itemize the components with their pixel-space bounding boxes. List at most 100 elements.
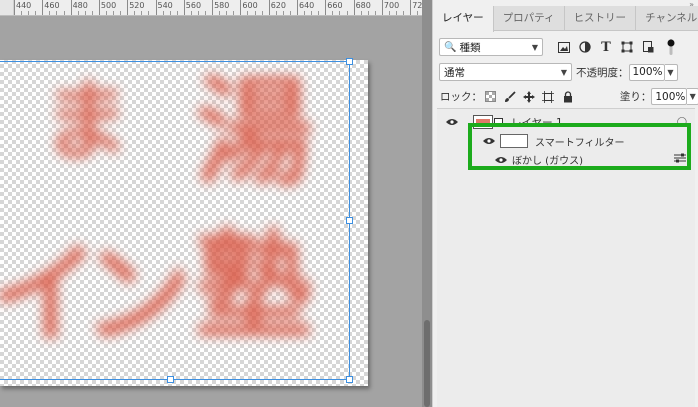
type-filter-icon[interactable]: T (599, 40, 613, 55)
fill-dropdown-button[interactable]: ▼ (687, 88, 698, 105)
eye-icon[interactable] (445, 117, 459, 127)
ruler-major-tick (240, 0, 242, 15)
layers-panel: » レイヤー プロパティ ヒストリー チャンネル 🔍 種類 ▼ T 通常 ▼ 不… (432, 0, 698, 407)
ruler-minor-tick (396, 11, 398, 15)
ruler-major-tick (98, 0, 100, 15)
chevron-down-icon: ▼ (689, 92, 696, 101)
transform-handle-bottom-right[interactable] (346, 376, 353, 383)
ruler-minor-tick (289, 11, 291, 15)
ruler-minor-tick (346, 11, 348, 15)
ruler-major-tick (212, 0, 214, 15)
lock-artboard-icon[interactable] (542, 90, 555, 104)
ruler-label: 680 (355, 1, 371, 10)
chevron-down-icon: ▼ (667, 67, 674, 77)
ruler-label: 480 (72, 1, 88, 10)
ruler-major-tick (70, 0, 72, 15)
ruler-label: 72 (412, 1, 422, 10)
lock-image-pixels-icon[interactable] (503, 90, 516, 104)
tab-layers[interactable]: レイヤー (433, 6, 494, 32)
transform-handle-bottom-middle[interactable] (167, 376, 174, 383)
ruler-label: 660 (327, 1, 343, 10)
shape-filter-icon[interactable] (620, 40, 634, 54)
ruler-major-tick (381, 0, 383, 15)
ruler-minor-tick (141, 11, 143, 15)
smart-object-filter-icon[interactable] (641, 40, 655, 54)
ruler-minor-tick (219, 11, 221, 15)
opacity-input[interactable]: 100% (628, 63, 665, 81)
ruler-minor-tick (233, 11, 235, 15)
transform-handle-middle-right[interactable] (346, 217, 353, 224)
layer-kind-value: 種類 (459, 41, 481, 54)
ruler-label: 600 (242, 1, 258, 10)
blend-mode-select[interactable]: 通常 ▼ (439, 63, 572, 81)
ruler-minor-tick (360, 11, 362, 15)
lock-all-icon[interactable] (562, 90, 574, 104)
ruler-minor-tick (339, 11, 341, 15)
image-filter-icon[interactable] (557, 40, 571, 54)
ruler-label: 540 (157, 1, 173, 10)
ruler-minor-tick (162, 11, 164, 15)
blend-mode-value: 通常 (444, 66, 465, 79)
ruler-minor-tick (197, 11, 199, 15)
ruler-minor-tick (105, 11, 107, 15)
tab-history[interactable]: ヒストリー (565, 6, 637, 31)
canvas-vertical-scrollbar[interactable] (422, 0, 432, 407)
lock-row: ロック： 塗り： 100% ▼ (433, 88, 698, 105)
ruler-minor-tick (21, 11, 23, 15)
ruler-major-tick (410, 0, 412, 15)
opacity-dropdown-button[interactable]: ▼ (664, 63, 678, 81)
ruler-minor-tick (261, 11, 263, 15)
ruler-minor-tick (311, 11, 313, 15)
chevron-down-icon: ▼ (560, 67, 567, 77)
ruler-minor-tick (275, 11, 277, 15)
ruler-minor-tick (77, 11, 79, 15)
ruler-minor-tick (176, 11, 178, 15)
layer-kind-select[interactable]: 🔍 種類 ▼ (439, 38, 543, 56)
ruler-minor-tick (254, 11, 256, 15)
tab-channels[interactable]: チャンネル (636, 6, 698, 31)
ruler-minor-tick (63, 11, 65, 15)
ruler-label: 700 (383, 1, 400, 10)
ruler-major-tick (325, 0, 327, 15)
ruler-minor-tick (417, 11, 419, 15)
ruler-minor-tick (120, 11, 122, 15)
scrollbar-thumb[interactable] (424, 320, 430, 407)
chevron-down-icon: ▼ (531, 42, 538, 52)
ruler-minor-tick (148, 11, 150, 15)
ruler-minor-tick (91, 11, 93, 15)
ruler-minor-tick (304, 11, 306, 15)
ruler-label: 440 (16, 1, 32, 10)
blend-row: 通常 ▼ 不透明度： 100% ▼ (433, 63, 698, 81)
ruler-minor-tick (205, 11, 207, 15)
filter-toggle-icon[interactable] (664, 39, 678, 55)
fill-input[interactable]: 100% (651, 88, 688, 105)
ruler-major-tick (297, 0, 298, 15)
lock-position-icon[interactable] (522, 90, 535, 104)
transform-handle-top-right[interactable] (346, 58, 353, 65)
ruler-minor-tick (28, 11, 30, 15)
ruler-corner (0, 0, 14, 15)
ruler-major-tick (183, 0, 185, 15)
lock-transparent-pixels-icon[interactable] (484, 90, 496, 104)
ruler-minor-tick (56, 11, 58, 15)
panel-tabs: レイヤー プロパティ ヒストリー チャンネル (433, 6, 698, 32)
ruler-label: 520 (129, 1, 145, 10)
ruler-minor-tick (388, 11, 390, 15)
ruler-minor-tick (247, 11, 249, 15)
ruler-label: 460 (44, 1, 60, 10)
tab-properties[interactable]: プロパティ (494, 6, 565, 31)
ruler-minor-tick (190, 11, 192, 15)
ruler-minor-tick (84, 11, 86, 15)
canvas-area[interactable]: 440 460 480 500 520 540 560 580 600 620 640 660 680 7… (0, 0, 422, 407)
layer-filter-row: 🔍 種類 ▼ T (433, 38, 698, 56)
highlight-annotation-box (468, 123, 691, 170)
ruler-major-tick (127, 0, 129, 15)
ruler-minor-tick (282, 11, 284, 15)
horizontal-ruler: 440 460 480 500 520 540 560 580 600 620 640 660 680 7… (0, 0, 422, 16)
ruler-minor-tick (134, 11, 136, 15)
lock-label: ロック： (440, 91, 482, 103)
ruler-minor-tick (367, 11, 369, 15)
adjustment-filter-icon[interactable] (578, 40, 592, 54)
transform-bounding-box[interactable] (0, 58, 353, 383)
ruler-minor-tick (332, 11, 334, 15)
